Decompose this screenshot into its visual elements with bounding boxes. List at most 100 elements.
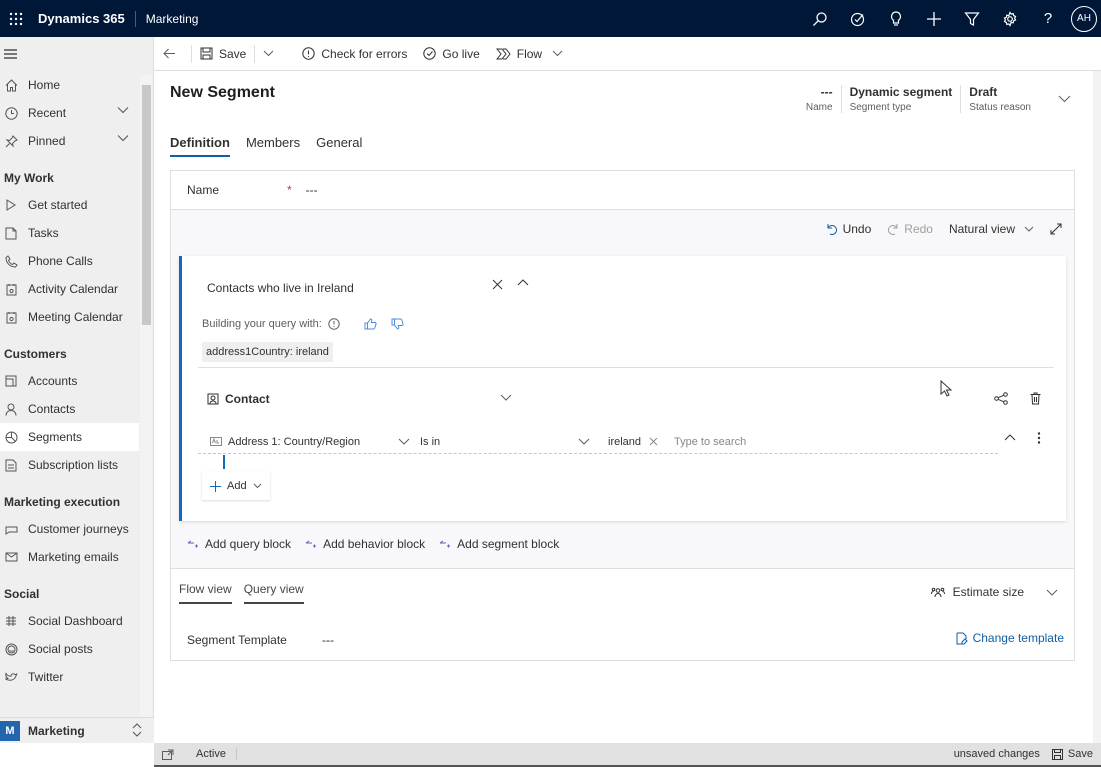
name-field-input[interactable]: ---: [306, 183, 318, 197]
sidebar-item-subscription-lists[interactable]: Subscription lists: [0, 451, 139, 479]
flow-button[interactable]: Flow: [488, 37, 577, 71]
add-behavior-block-button[interactable]: Add behavior block: [305, 537, 425, 551]
view-selector[interactable]: Natural view: [949, 222, 1034, 236]
sidebar-item-customer-journeys[interactable]: Customer journeys: [0, 515, 139, 543]
thumbs-down-icon[interactable]: [391, 318, 404, 330]
expand-icon[interactable]: [1050, 223, 1062, 235]
chevron-up-icon[interactable]: [517, 279, 529, 286]
close-icon[interactable]: [492, 279, 503, 290]
sidebar-item-label: Meeting Calendar: [28, 310, 123, 324]
header-field-value: Draft: [969, 85, 998, 99]
sidebar-item-twitter[interactable]: Twitter: [0, 663, 139, 691]
help-icon[interactable]: ?: [1029, 0, 1067, 37]
header-field-status-reason[interactable]: Draft Status reason: [960, 85, 1039, 113]
share-icon[interactable]: [994, 392, 1008, 405]
query-block-title[interactable]: Contacts who live in Ireland: [207, 281, 354, 295]
sidebar-item-label: Twitter: [28, 670, 64, 684]
sidebar-item-contacts[interactable]: Contacts: [0, 395, 139, 423]
filter-icon[interactable]: [953, 0, 991, 37]
tab-flow-view[interactable]: Flow view: [179, 582, 232, 604]
add-condition-button[interactable]: Add: [202, 472, 270, 500]
estimate-size-button[interactable]: Estimate size: [930, 585, 1058, 599]
sidebar-item-marketing-emails[interactable]: Marketing emails: [0, 543, 139, 571]
undo-button[interactable]: Undo: [826, 222, 872, 236]
remove-value-icon[interactable]: [649, 437, 658, 446]
sidebar-item-get-started[interactable]: Get started: [0, 191, 139, 219]
sidebar-item-activity-calendar[interactable]: Activity Calendar: [0, 275, 139, 303]
section-title: Social: [4, 587, 40, 601]
connector-line: [223, 455, 225, 469]
add-segment-block-button[interactable]: Add segment block: [439, 537, 559, 551]
app-launcher-icon[interactable]: [4, 7, 28, 31]
delete-icon[interactable]: [1030, 392, 1041, 405]
sidebar-scrollbar[interactable]: [140, 75, 152, 725]
change-template-button[interactable]: Change template: [956, 631, 1064, 645]
sidebar-item-label: Subscription lists: [28, 458, 119, 472]
go-live-button[interactable]: Go live: [415, 37, 487, 71]
check-errors-button[interactable]: Check for errors: [294, 37, 415, 71]
brand-name[interactable]: Dynamics 365: [38, 11, 125, 26]
tab-query-view[interactable]: Query view: [243, 582, 304, 604]
more-options-icon[interactable]: [1037, 432, 1041, 444]
add-segment-block-label: Add segment block: [457, 537, 560, 551]
redo-icon: [887, 223, 899, 235]
bottom-section: Flow view Query view Estimate size Segme…: [171, 568, 1074, 661]
add-query-block-button[interactable]: Add query block: [187, 537, 291, 551]
twitter-icon: [4, 670, 18, 684]
open-in-new-window-icon[interactable]: [162, 749, 174, 760]
segment-template-row: Segment Template ---: [187, 633, 334, 647]
add-behavior-block-label: Add behavior block: [323, 537, 426, 551]
sidebar-item-tasks[interactable]: Tasks: [0, 219, 139, 247]
sidebar-item-social-dashboard[interactable]: Social Dashboard: [0, 607, 139, 635]
tab-definition[interactable]: Definition: [170, 135, 230, 157]
save-options-dropdown[interactable]: [255, 37, 288, 71]
back-button[interactable]: [154, 37, 191, 71]
chevron-down-icon[interactable]: [117, 106, 129, 114]
header-field-segment-type[interactable]: Dynamic segment Segment type: [840, 85, 961, 113]
attribute-selector[interactable]: Address 1: Country/Region: [198, 436, 420, 448]
user-avatar[interactable]: AH: [1071, 5, 1097, 32]
sidebar-item-pinned[interactable]: Pinned: [0, 127, 139, 155]
chevron-up-icon[interactable]: [1004, 434, 1016, 441]
app-name[interactable]: Marketing: [146, 12, 199, 26]
redo-button[interactable]: Redo: [887, 222, 933, 236]
contact-entity-icon: [207, 393, 219, 405]
command-bar: Save Check for errors Go live Flow: [154, 37, 1101, 71]
chevron-down-icon[interactable]: [500, 394, 512, 401]
undo-label: Undo: [842, 222, 872, 236]
sidebar-item-meeting-calendar[interactable]: Meeting Calendar: [0, 303, 139, 331]
task-flow-icon[interactable]: [839, 0, 877, 37]
settings-icon[interactable]: [991, 0, 1029, 37]
status-save-button[interactable]: Save: [1051, 748, 1093, 760]
search-icon[interactable]: [801, 0, 839, 37]
entity-selector[interactable]: Contact: [207, 392, 270, 406]
sidebar-item-phone-calls[interactable]: Phone Calls: [0, 247, 139, 275]
sidebar-item-segments[interactable]: Segments: [0, 423, 139, 451]
chevron-down-icon[interactable]: [117, 134, 129, 142]
hamburger-menu-icon[interactable]: [0, 37, 153, 71]
sidebar-item-home[interactable]: Home: [0, 71, 139, 99]
header-field-label: Name: [805, 102, 833, 113]
main-scrollbar[interactable]: [1093, 71, 1101, 743]
sidebar-item-label: Get started: [28, 198, 88, 212]
info-icon[interactable]: [328, 318, 340, 330]
view-tabs: Flow view Query view: [179, 582, 304, 604]
tab-members[interactable]: Members: [246, 135, 300, 157]
scrollbar-thumb[interactable]: [142, 85, 151, 325]
sidebar-item-label: Recent: [28, 106, 67, 120]
add-icon[interactable]: [915, 0, 953, 37]
header-field-name[interactable]: --- Name: [798, 85, 841, 113]
sidebar-item-social-posts[interactable]: Social posts: [0, 635, 139, 663]
save-button[interactable]: Save: [192, 37, 254, 71]
top-navigation-bar: Dynamics 365 Marketing ? AH: [0, 0, 1101, 37]
sidebar-item-accounts[interactable]: Accounts: [0, 367, 139, 395]
value-search-input[interactable]: Type to search: [674, 436, 746, 448]
area-switcher[interactable]: M Marketing: [0, 717, 154, 743]
lightbulb-icon[interactable]: [877, 0, 915, 37]
tab-general[interactable]: General: [316, 135, 362, 157]
area-icon: M: [0, 720, 20, 741]
sidebar-item-recent[interactable]: Recent: [0, 99, 139, 127]
thumbs-up-icon[interactable]: [364, 318, 377, 330]
header-expand-chevron-icon[interactable]: [1039, 85, 1089, 113]
operator-selector[interactable]: Is in: [420, 436, 600, 448]
